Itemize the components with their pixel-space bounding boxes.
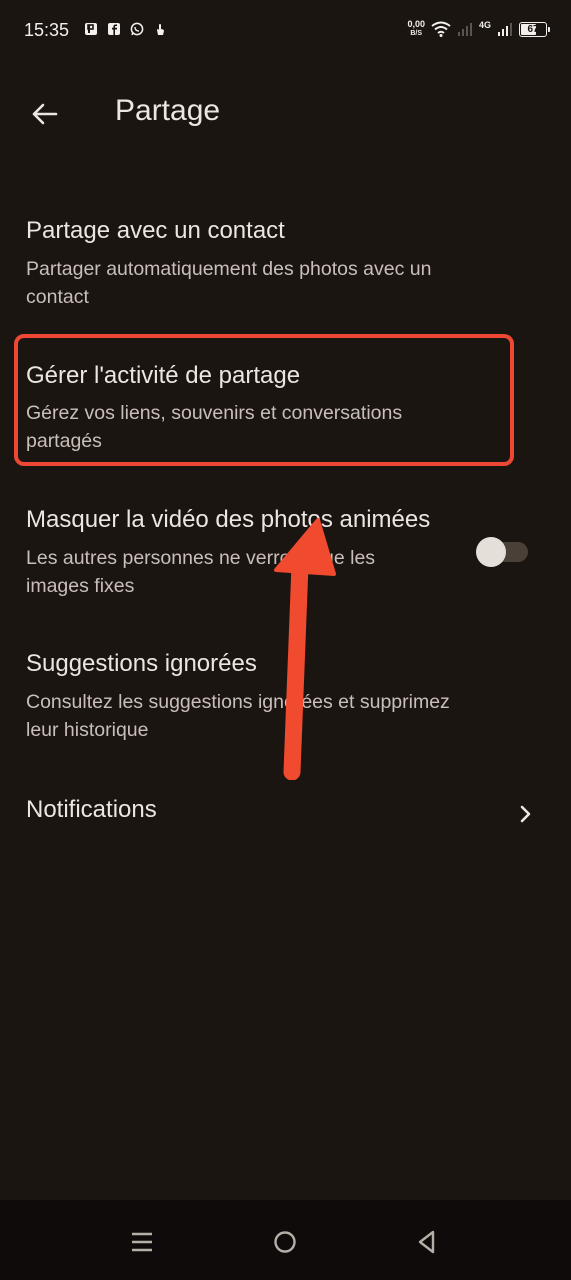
setting-title: Suggestions ignorées [26, 650, 257, 677]
hide-video-toggle[interactable] [476, 536, 528, 567]
annotation-arrow [274, 518, 336, 780]
recents-button[interactable] [122, 1222, 162, 1262]
setting-subtitle-line: Consultez les suggestions ignorées et su… [26, 691, 450, 713]
navigation-bar [0, 1200, 571, 1280]
setting-subtitle-line: contact [26, 286, 89, 308]
signal-icon [457, 23, 472, 36]
touch-icon [157, 24, 164, 35]
facebook-icon [108, 23, 120, 35]
system-back-button[interactable] [407, 1222, 447, 1262]
home-icon [274, 1231, 296, 1253]
setting-share-with-contact[interactable]: Partage avec un contact Partager automat… [0, 205, 571, 315]
powerpoint-icon [85, 23, 97, 35]
setting-title: Partage avec un contact [26, 217, 285, 244]
setting-title: Notifications [26, 796, 157, 823]
status-time: 15:35 [24, 20, 70, 40]
toggle-thumb [476, 537, 506, 567]
status-bar: 15:35 0,00 B/S 4G 67 [0, 0, 571, 64]
recents-icon [132, 1232, 152, 1252]
network-speed: 0,00 B/S [407, 20, 425, 38]
page-title: Partage [115, 94, 221, 127]
home-button[interactable] [265, 1222, 305, 1262]
top-app-bar: Partage [0, 80, 571, 150]
wifi-icon [431, 21, 451, 37]
notification-icons [84, 22, 167, 36]
signal-4g-icon [498, 23, 512, 36]
chevron-right-icon [520, 805, 531, 823]
back-button[interactable] [24, 94, 64, 134]
setting-title: Masquer la vidéo des photos animées [26, 506, 431, 533]
setting-subtitle-line: leur historique [26, 719, 149, 741]
annotation-highlight-box [14, 334, 514, 466]
battery-icon: 67 [519, 21, 550, 37]
network-speed-value: 0,00 [407, 19, 425, 29]
back-triangle-icon [418, 1230, 435, 1254]
setting-subtitle-line: Partager automatiquement des photos avec… [26, 258, 432, 280]
status-indicators: 0,00 B/S 4G 67 [407, 20, 550, 38]
arrow-left-icon [32, 103, 58, 125]
setting-subtitle: Partager automatiquement des photos avec… [26, 255, 431, 311]
screen: 15:35 0,00 B/S 4G 67 Partage Partage ave… [0, 0, 571, 1280]
setting-subtitle: Consultez les suggestions ignorées et su… [26, 688, 450, 744]
network-speed-unit: B/S [410, 30, 423, 37]
battery-level: 67 [527, 23, 539, 35]
whatsapp-icon [130, 22, 144, 36]
network-type: 4G [478, 20, 491, 30]
setting-notifications[interactable]: Notifications [0, 784, 571, 844]
